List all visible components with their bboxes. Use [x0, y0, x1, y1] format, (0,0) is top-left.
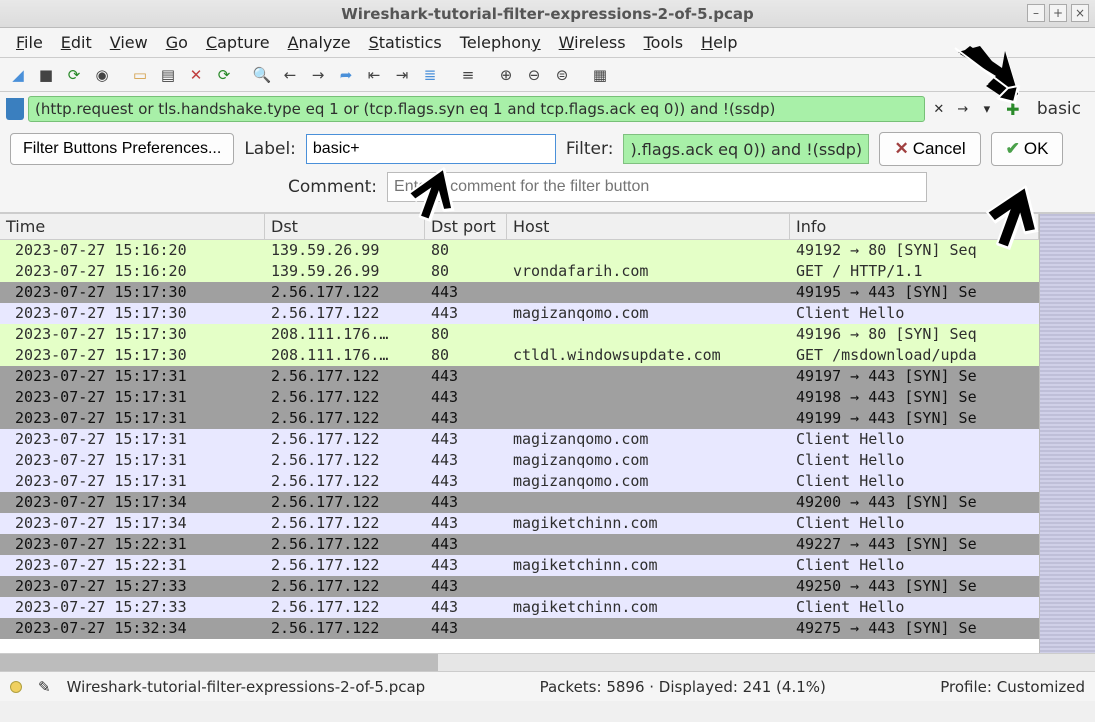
status-profile[interactable]: Profile: Customized — [940, 678, 1085, 696]
table-row[interactable]: 2023-07-27 15:17:312.56.177.12244349198 … — [0, 387, 1039, 408]
packet-table-header: Time Dst Dst port Host Info — [0, 214, 1039, 240]
label-label: Label: — [244, 139, 296, 159]
status-file: Wireshark-tutorial-filter-expressions-2-… — [67, 678, 426, 696]
toolbar: ◢ ■ ⟳ ◉ ▭ ▤ ✕ ⟳ 🔍 ← → ➦ ⇤ ⇥ ≣ ≡ ⊕ ⊖ ⊜ ▦ — [0, 58, 1095, 92]
table-row[interactable]: 2023-07-27 15:17:312.56.177.122443magiza… — [0, 471, 1039, 492]
edit-icon[interactable]: ✎ — [38, 678, 51, 696]
maximize-button[interactable]: + — [1049, 4, 1067, 22]
colorize-icon[interactable]: ≡ — [456, 63, 480, 87]
window-title: Wireshark-tutorial-filter-expressions-2-… — [341, 5, 754, 23]
save-icon[interactable]: ▤ — [156, 63, 180, 87]
zoom-out-icon[interactable]: ⊖ — [522, 63, 546, 87]
statusbar: ✎ Wireshark-tutorial-filter-expressions-… — [0, 671, 1095, 701]
jump-icon[interactable]: ➦ — [334, 63, 358, 87]
table-row[interactable]: 2023-07-27 15:17:302.56.177.12244349195 … — [0, 282, 1039, 303]
stop-capture-icon[interactable]: ■ — [34, 63, 58, 87]
resize-columns-icon[interactable]: ▦ — [588, 63, 612, 87]
menu-tools[interactable]: Tools — [636, 29, 691, 56]
table-row[interactable]: 2023-07-27 15:16:20139.59.26.9980vrondaf… — [0, 261, 1039, 282]
horizontal-scrollbar[interactable] — [0, 653, 1095, 671]
table-row[interactable]: 2023-07-27 15:27:332.56.177.12244349250 … — [0, 576, 1039, 597]
col-dst[interactable]: Dst — [265, 214, 425, 239]
find-icon[interactable]: 🔍 — [250, 63, 274, 87]
close-icon: ✕ — [894, 139, 908, 159]
packet-minimap[interactable] — [1039, 214, 1095, 653]
menu-wireless[interactable]: Wireless — [551, 29, 634, 56]
col-host[interactable]: Host — [507, 214, 790, 239]
autoscroll-icon[interactable]: ≣ — [418, 63, 442, 87]
table-row[interactable]: 2023-07-27 15:17:312.56.177.12244349197 … — [0, 366, 1039, 387]
col-time[interactable]: Time — [0, 214, 265, 239]
first-icon[interactable]: ⇤ — [362, 63, 386, 87]
filter-label: Filter: — [566, 139, 614, 159]
titlebar: Wireshark-tutorial-filter-expressions-2-… — [0, 0, 1095, 28]
menu-file[interactable]: File — [8, 29, 51, 56]
filter-dropdown-icon[interactable]: ▾ — [977, 99, 997, 119]
table-row[interactable]: 2023-07-27 15:17:30208.111.176.…8049196 … — [0, 324, 1039, 345]
menu-help[interactable]: Help — [693, 29, 745, 56]
close-file-icon[interactable]: ✕ — [184, 63, 208, 87]
back-icon[interactable]: ← — [278, 63, 302, 87]
menubar: File Edit View Go Capture Analyze Statis… — [0, 28, 1095, 58]
table-row[interactable]: 2023-07-27 15:32:342.56.177.12244349275 … — [0, 618, 1039, 639]
packet-list: Time Dst Dst port Host Info 2023-07-27 1… — [0, 213, 1095, 653]
apply-filter-icon[interactable]: → — [953, 99, 973, 119]
menu-analyze[interactable]: Analyze — [280, 29, 359, 56]
cancel-button[interactable]: ✕Cancel — [879, 132, 980, 166]
check-icon: ✔ — [1006, 139, 1020, 159]
table-row[interactable]: 2023-07-27 15:16:20139.59.26.998049192 →… — [0, 240, 1039, 261]
comment-label: Comment: — [288, 177, 377, 197]
clear-filter-icon[interactable]: ✕ — [929, 99, 949, 119]
table-row[interactable]: 2023-07-27 15:27:332.56.177.122443magike… — [0, 597, 1039, 618]
options-icon[interactable]: ◉ — [90, 63, 114, 87]
table-row[interactable]: 2023-07-27 15:17:342.56.177.122443magike… — [0, 513, 1039, 534]
comment-input[interactable] — [387, 172, 927, 202]
display-filter-bar: (http.request or tls.handshake.type eq 1… — [0, 92, 1095, 126]
table-row[interactable]: 2023-07-27 15:22:312.56.177.12244349227 … — [0, 534, 1039, 555]
expert-info-icon[interactable] — [10, 681, 22, 693]
label-input[interactable] — [306, 134, 556, 164]
table-row[interactable]: 2023-07-27 15:17:30208.111.176.…80ctldl.… — [0, 345, 1039, 366]
table-row[interactable]: 2023-07-27 15:22:312.56.177.122443magike… — [0, 555, 1039, 576]
filter-expression-text: (http.request or tls.handshake.type eq 1… — [35, 100, 775, 118]
last-icon[interactable]: ⇥ — [390, 63, 414, 87]
menu-statistics[interactable]: Statistics — [361, 29, 450, 56]
bookmark-icon[interactable] — [6, 98, 24, 120]
display-filter-input[interactable]: (http.request or tls.handshake.type eq 1… — [28, 96, 925, 122]
forward-icon[interactable]: → — [306, 63, 330, 87]
filter-value-input[interactable]: ).flags.ack eq 0)) and !(ssdp) — [623, 134, 869, 164]
menu-edit[interactable]: Edit — [53, 29, 100, 56]
table-row[interactable]: 2023-07-27 15:17:312.56.177.122443magiza… — [0, 429, 1039, 450]
table-row[interactable]: 2023-07-27 15:17:312.56.177.12244349199 … — [0, 408, 1039, 429]
ok-button[interactable]: ✔OK — [991, 132, 1064, 166]
table-row[interactable]: 2023-07-27 15:17:302.56.177.122443magiza… — [0, 303, 1039, 324]
status-packets: Packets: 5896 · Displayed: 241 (4.1%) — [540, 678, 826, 696]
scrollbar-thumb[interactable] — [0, 654, 438, 671]
col-info[interactable]: Info — [790, 214, 1039, 239]
menu-view[interactable]: View — [102, 29, 156, 56]
close-button[interactable]: × — [1071, 4, 1089, 22]
table-row[interactable]: 2023-07-27 15:17:342.56.177.12244349200 … — [0, 492, 1039, 513]
restart-capture-icon[interactable]: ⟳ — [62, 63, 86, 87]
menu-telephony[interactable]: Telephony — [452, 29, 549, 56]
reload-icon[interactable]: ⟳ — [212, 63, 236, 87]
table-row[interactable]: 2023-07-27 15:17:312.56.177.122443magiza… — [0, 450, 1039, 471]
menu-go[interactable]: Go — [158, 29, 196, 56]
open-icon[interactable]: ▭ — [128, 63, 152, 87]
add-filter-button-icon[interactable]: ✚ — [1001, 97, 1025, 121]
basic-filter-button[interactable]: basic — [1029, 99, 1089, 119]
zoom-reset-icon[interactable]: ⊜ — [550, 63, 574, 87]
filter-button-editor: Filter Buttons Preferences... Label: Fil… — [0, 126, 1095, 213]
zoom-in-icon[interactable]: ⊕ — [494, 63, 518, 87]
minimize-button[interactable]: – — [1027, 4, 1045, 22]
filter-buttons-preferences-button[interactable]: Filter Buttons Preferences... — [10, 133, 234, 165]
start-capture-icon[interactable]: ◢ — [6, 63, 30, 87]
col-port[interactable]: Dst port — [425, 214, 507, 239]
menu-capture[interactable]: Capture — [198, 29, 278, 56]
